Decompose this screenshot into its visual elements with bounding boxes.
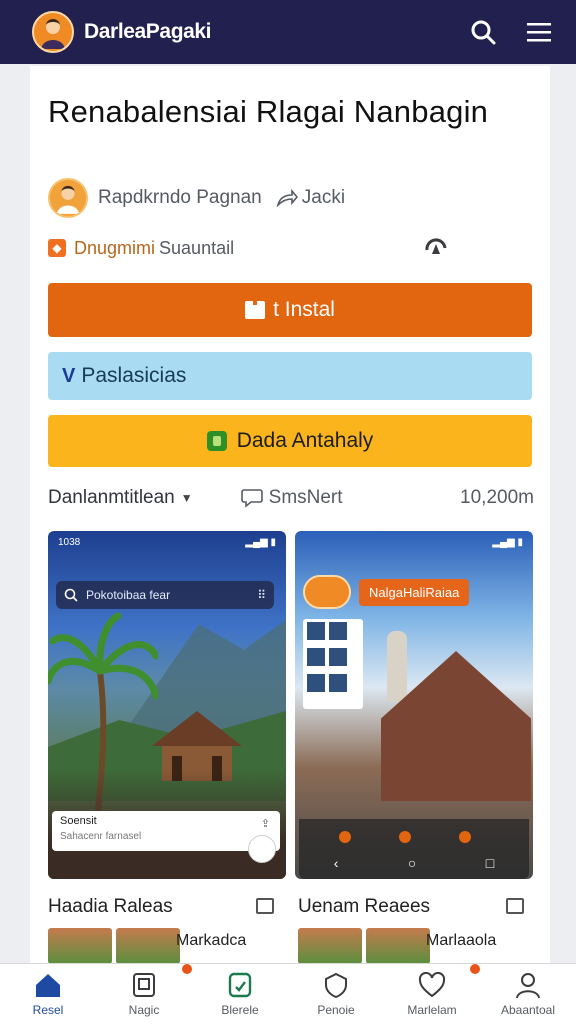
brand-avatar-icon — [41, 19, 65, 49]
preview-button[interactable]: V Paslasicias — [48, 352, 532, 400]
overlay-sub: Sahacenr farnasel — [60, 831, 142, 842]
toolbar-dot — [459, 831, 471, 843]
nav-apps[interactable]: Nagic — [96, 964, 192, 1024]
data-icon — [206, 431, 227, 451]
nav-account[interactable]: Abaantoal — [480, 964, 576, 1024]
share-icon: ⇪ — [260, 818, 270, 830]
status-bar: 1038 ▂▄▆ ▮ — [58, 537, 276, 548]
tablet-icon — [133, 973, 155, 997]
screenshot-thumbs — [303, 619, 363, 709]
reviews-label: SmsNert — [268, 487, 343, 508]
screenshot-banner: NalgaHaliRaiaa — [303, 575, 525, 609]
app-title: DarleaPagaki — [84, 20, 212, 43]
nav-home-label: Resel — [32, 1003, 64, 1017]
top-app-bar: DarleaPagaki — [0, 0, 576, 64]
preview-label: Paslasicias — [81, 364, 187, 387]
data-button[interactable]: Dada Antahaly — [48, 415, 532, 467]
install-icon — [245, 297, 266, 319]
screenshot-logo — [303, 575, 351, 609]
category-row: ◆ Dnugmimi Suauntail — [48, 236, 448, 260]
category-sub: Suauntail — [159, 237, 235, 258]
screenshot-search-text: Pokotoibaa fear — [86, 588, 171, 602]
home-icon — [36, 974, 60, 997]
search-icon — [64, 588, 78, 602]
related-section-title-2: Uenam Reaees — [298, 896, 431, 917]
nav-privacy-label: Penoie — [317, 1003, 355, 1017]
related-thumbs-1[interactable] — [48, 928, 180, 964]
toolbar-dot — [399, 831, 411, 843]
toolbar-dot — [339, 831, 351, 843]
share-icon — [276, 189, 298, 207]
nav-docs-label: Blerele — [221, 1003, 259, 1017]
heart-icon — [418, 971, 446, 998]
back-icon: ‹ — [333, 855, 339, 871]
fab-button — [248, 835, 276, 863]
status-time: 1038 — [58, 537, 81, 548]
nav-apps-label: Nagic — [128, 1003, 160, 1017]
sort-dropdown[interactable]: Danlanmtitlean ▼ — [48, 487, 193, 509]
signal-icon: ▂▄▆ ▮ — [492, 537, 523, 548]
home-icon: ○ — [407, 855, 417, 871]
list-icon[interactable] — [256, 898, 274, 914]
screenshot-toolbar: ‹ ○ □ — [299, 819, 529, 879]
nav-privacy[interactable]: Penoie — [288, 964, 384, 1024]
checkmark-icon: V — [62, 364, 76, 387]
search-icon[interactable] — [470, 19, 496, 45]
meta-row: Danlanmtitlean ▼ SmsNert 10,200m — [48, 484, 534, 512]
data-label: Dada Antahaly — [236, 429, 374, 452]
screenshot-title: NalgaHaliRaiaa — [359, 578, 470, 606]
nav-favorites[interactable]: Marlelam — [384, 964, 480, 1024]
related-app-name-1[interactable]: Markadca — [176, 932, 246, 950]
thumbnail — [298, 928, 362, 964]
nav-docs[interactable]: Blerele — [192, 964, 288, 1024]
nav-home[interactable]: Resel — [0, 964, 96, 1024]
reviews-link[interactable]: SmsNert — [240, 487, 343, 509]
developer-name[interactable]: Rapdkrndo Pagnan — [98, 187, 262, 209]
grid-icon: ⠿ — [257, 588, 266, 602]
install-label: t Instal — [273, 298, 335, 321]
nav-favorites-label: Marlelam — [407, 1003, 457, 1017]
screenshot-overlay-card: Soensit Sahacenr farnasel ⇪ — [52, 811, 280, 851]
signal-icon: ▂▄▆ ▮ — [245, 537, 276, 548]
share-label: Jacki — [301, 187, 346, 208]
person-icon — [516, 973, 540, 999]
screenshot-2[interactable]: ▂▄▆ ▮ NalgaHaliRaiaa ‹ ○ □ — [295, 531, 533, 879]
overlay-title: Soensit — [60, 815, 97, 827]
related-thumbs-2[interactable] — [298, 928, 430, 964]
chevron-down-icon: ▼ — [180, 491, 193, 505]
badge-icon[interactable] — [424, 236, 448, 258]
category-label[interactable]: Dnugmimi — [74, 238, 155, 259]
shield-icon — [325, 972, 347, 999]
tower-image — [387, 631, 407, 701]
related-section-title-1: Haadia Raleas — [48, 896, 173, 917]
comment-icon — [240, 489, 263, 508]
bottom-navigation: Resel Nagic Blerele Penoie Marlelam Abaa… — [0, 963, 576, 1024]
menu-icon[interactable] — [526, 21, 552, 43]
document-icon — [228, 972, 252, 998]
status-bar: ▂▄▆ ▮ — [305, 537, 523, 548]
thumbnail — [366, 928, 430, 964]
category-icon: ◆ — [48, 239, 66, 257]
install-button[interactable]: t Instal — [48, 283, 532, 337]
bookmark-icon[interactable] — [506, 898, 524, 914]
developer-avatar-icon — [56, 185, 80, 214]
developer-row: Rapdkrndo Pagnan Jacki — [48, 178, 345, 218]
app-name: Renabalensiai Rlagai Nanbagin — [48, 94, 489, 129]
downloads-count: 10,200m — [460, 487, 534, 508]
top-actions — [470, 19, 552, 45]
recent-icon: □ — [485, 855, 495, 871]
screenshot-nav: ‹ ○ □ — [299, 855, 529, 871]
app-detail-card: Renabalensiai Rlagai Nanbagin Rapdkrndo … — [30, 66, 550, 966]
nav-account-label: Abaantoal — [500, 1003, 556, 1017]
thumbnail — [48, 928, 112, 964]
share-button[interactable]: Jacki — [276, 187, 345, 209]
screenshot-search-bar: Pokotoibaa fear ⠿ — [56, 581, 274, 609]
related-app-name-2[interactable]: Marlaaola — [426, 932, 496, 950]
screenshot-1[interactable]: 1038 ▂▄▆ ▮ Pokotoibaa fear ⠿ Soensit Sah… — [48, 531, 286, 879]
brand-avatar[interactable] — [32, 11, 74, 53]
sort-label: Danlanmtitlean — [48, 487, 175, 508]
thumbnail — [116, 928, 180, 964]
developer-avatar[interactable] — [48, 178, 88, 218]
